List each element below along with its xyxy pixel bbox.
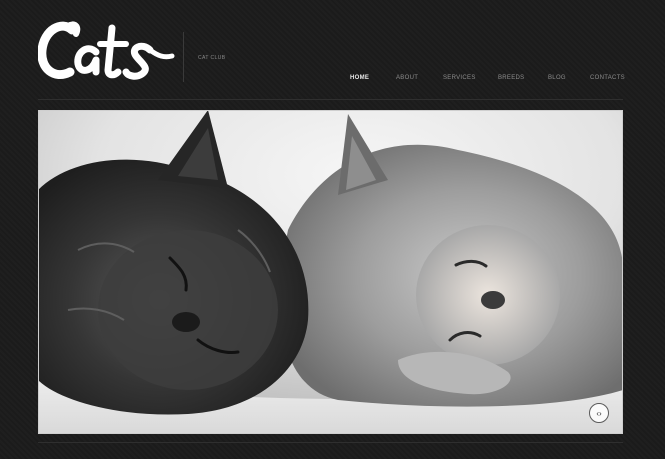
hero-image-sleeping-kittens <box>38 110 623 434</box>
page: Cat Club Home About Services Breeds Blog… <box>0 0 665 459</box>
footer-divider <box>38 442 623 443</box>
nav-item-about[interactable]: About <box>396 75 418 81</box>
nav-item-contacts[interactable]: Contacts <box>590 75 625 81</box>
nav-item-blog[interactable]: Blog <box>548 75 566 81</box>
site-logo[interactable] <box>38 8 178 88</box>
hero-slider: ‹› <box>38 110 623 434</box>
slider-nav-button[interactable]: ‹› <box>589 403 609 423</box>
logo-cats-wordmark <box>38 21 175 80</box>
nav-item-services[interactable]: Services <box>443 75 476 81</box>
main-nav: Home About Services Breeds Blog Contacts <box>340 75 625 85</box>
header-divider <box>38 99 623 100</box>
nav-item-breeds[interactable]: Breeds <box>498 75 524 81</box>
nav-item-home[interactable]: Home <box>348 75 369 81</box>
site-tagline: Cat Club <box>198 55 226 61</box>
logo-divider <box>183 32 184 82</box>
